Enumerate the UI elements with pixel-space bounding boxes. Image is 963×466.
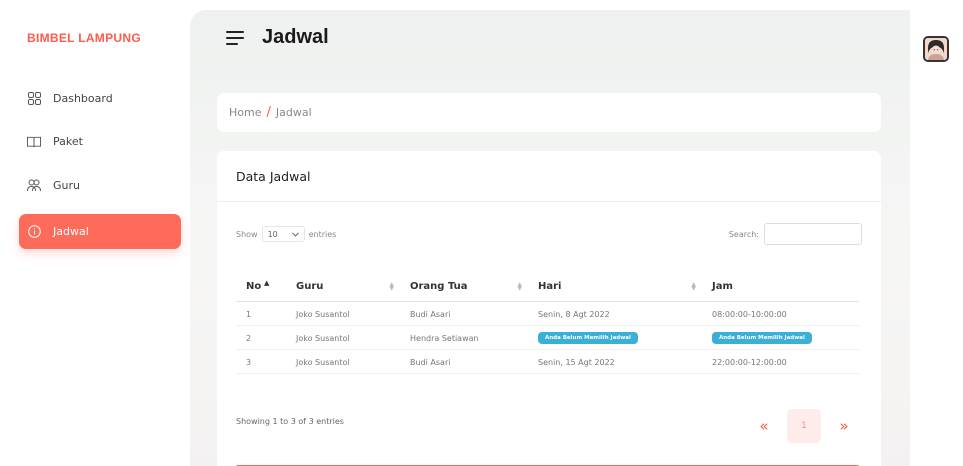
table-row: 1 Joko Susantol Budi Asari Senin, 8 Agt … [236, 301, 859, 326]
sort-icon: ▲ ▼ [691, 281, 696, 292]
jadwal-card: Data Jadwal Show 10 entries Search: No ▲ … [217, 151, 881, 466]
table-row: 2 Joko Susantol Hendra Setiawan Anda Bel… [236, 325, 859, 350]
pagination: « 1 » [747, 409, 861, 443]
sidebar-item-label: Guru [53, 179, 80, 192]
book-icon [27, 135, 41, 149]
breadcrumb-home-link[interactable]: Home [229, 106, 261, 119]
pagination-next-button[interactable]: » [827, 409, 861, 443]
column-header-guru[interactable]: Guru ▲ ▼ [286, 273, 400, 302]
column-header-no[interactable]: No ▲ [236, 273, 286, 302]
chevron-down-icon [291, 231, 299, 237]
cell-no: 3 [236, 349, 286, 374]
sidebar-item-dashboard[interactable]: Dashboard [19, 81, 181, 116]
column-header-hari[interactable]: Hari ▲ ▼ [528, 273, 702, 302]
cell-jam: 08:00:00-10:00:00 [702, 301, 859, 326]
sort-icon: ▲ ▼ [517, 281, 522, 292]
cell-hari: Senin, 15 Agt 2022 [528, 349, 702, 374]
card-title: Data Jadwal [217, 151, 881, 202]
pagination-prev-button[interactable]: « [747, 409, 781, 443]
sidebar-item-guru[interactable]: Guru [19, 168, 181, 203]
cell-guru: Joko Susantol [286, 301, 400, 326]
sort-asc-icon: ▲ [264, 279, 270, 287]
table-search: Search: [729, 223, 862, 245]
sidebar-item-label: Dashboard [53, 92, 113, 105]
entries-select[interactable]: 10 [261, 226, 305, 242]
breadcrumb: Home / Jadwal [217, 93, 881, 132]
column-header-jam[interactable]: Jam [702, 273, 859, 302]
menu-toggle-icon[interactable] [226, 27, 244, 49]
cell-orang-tua: Hendra Setiawan [400, 325, 528, 350]
info-icon [27, 225, 41, 239]
cell-guru: Joko Susantol [286, 349, 400, 374]
brand-logo[interactable]: BIMBEL LAMPUNG [27, 31, 141, 45]
page-title: Jadwal [262, 26, 329, 48]
sidebar-item-jadwal[interactable]: Jadwal [19, 214, 181, 249]
entries-select-value: 10 [267, 229, 278, 239]
table-row: 3 Joko Susantol Budi Asari Senin, 15 Agt… [236, 349, 859, 374]
right-panel [910, 16, 963, 466]
column-header-orang-tua[interactable]: Orang Tua ▲ ▼ [400, 273, 528, 302]
jadwal-table: No ▲ Guru ▲ ▼ Orang Tua ▲ ▼ Hari ▲ ▼ Jam 1 Joko… [236, 273, 859, 374]
cell-jam: 22:00:00-12:00:00 [702, 349, 859, 374]
pagination-page-1[interactable]: 1 [787, 409, 821, 443]
status-badge: Anda Belum Memilih Jadwal [538, 332, 638, 344]
topbar: Jadwal [226, 26, 329, 49]
sort-icon: ▲ ▼ [389, 281, 394, 292]
sidebar-item-paket[interactable]: Paket [19, 124, 181, 159]
cell-jam: Anda Belum Memilih Jadwal [702, 325, 859, 350]
breadcrumb-separator: / [266, 105, 271, 120]
avatar[interactable] [923, 36, 949, 62]
cell-no: 2 [236, 325, 286, 350]
entries-label: entries [308, 229, 337, 239]
main-content: Jadwal Home / Jadwal Data Jadwal Show 10… [190, 10, 910, 466]
grid-icon [27, 92, 41, 106]
breadcrumb-current: Jadwal [275, 106, 312, 119]
table-info: Showing 1 to 3 of 3 entries [236, 417, 344, 426]
cell-orang-tua: Budi Asari [400, 349, 528, 374]
sidebar-item-label: Paket [53, 135, 83, 148]
sidebar-item-label: Jadwal [53, 225, 89, 238]
cell-orang-tua: Budi Asari [400, 301, 528, 326]
users-icon [27, 179, 41, 193]
status-badge: Anda Belum Memilih Jadwal [712, 332, 812, 344]
cell-no: 1 [236, 301, 286, 326]
cell-hari: Anda Belum Memilih Jadwal [528, 325, 702, 350]
cell-hari: Senin, 8 Agt 2022 [528, 301, 702, 326]
search-label: Search: [728, 229, 759, 239]
cell-guru: Joko Susantol [286, 325, 400, 350]
show-label: Show [236, 229, 258, 239]
table-header-row: No ▲ Guru ▲ ▼ Orang Tua ▲ ▼ Hari ▲ ▼ Jam [236, 273, 859, 302]
entries-length: Show 10 entries [236, 226, 336, 242]
search-input[interactable] [764, 223, 862, 245]
sidebar: BIMBEL LAMPUNG Dashboard Paket Guru Jadw… [0, 0, 190, 466]
